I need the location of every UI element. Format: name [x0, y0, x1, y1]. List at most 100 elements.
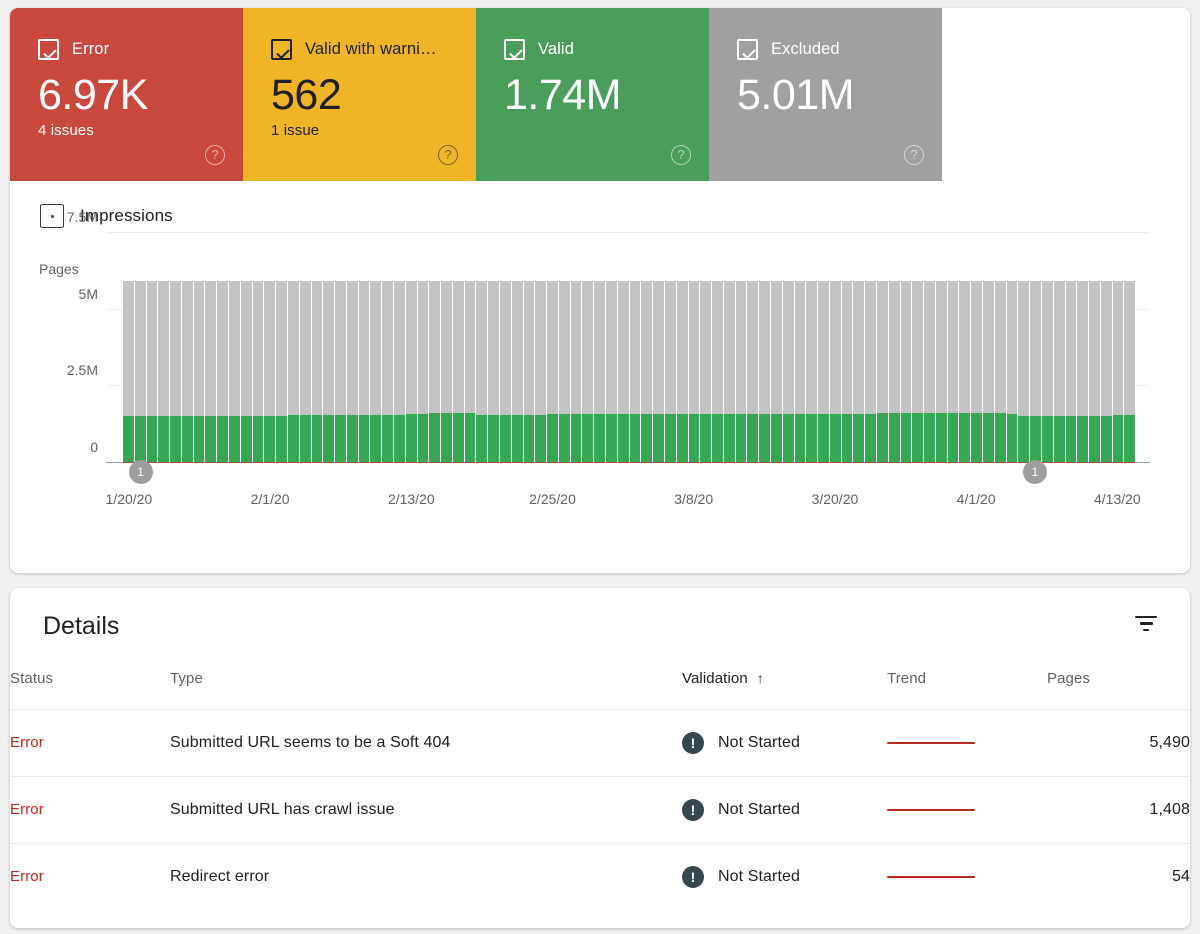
chart-bar[interactable]	[747, 281, 758, 463]
chart-bar[interactable]	[995, 281, 1006, 463]
chart-bar[interactable]	[959, 281, 970, 463]
chart-bar[interactable]	[147, 281, 158, 463]
chart-bar[interactable]	[1101, 281, 1112, 463]
chart-bar[interactable]	[818, 281, 829, 463]
chart-bar[interactable]	[394, 281, 405, 463]
chart-bar[interactable]	[500, 281, 511, 463]
checkbox-valid[interactable]	[504, 39, 525, 60]
metric-toggle-impressions[interactable]: Impressions	[40, 204, 173, 228]
chart-bar[interactable]	[217, 281, 228, 463]
chart-bar[interactable]	[1077, 281, 1088, 463]
issue-type-link[interactable]: Submitted URL has crawl issue	[170, 801, 395, 818]
help-icon-warning[interactable]: ?	[438, 145, 458, 165]
help-icon-excluded[interactable]: ?	[904, 145, 924, 165]
chart-bar[interactable]	[194, 281, 205, 463]
chart-bar[interactable]	[406, 281, 417, 463]
impressions-checkbox[interactable]	[40, 204, 64, 228]
chart-bar[interactable]	[205, 281, 216, 463]
chart-bar[interactable]	[912, 281, 923, 463]
chart-bar[interactable]	[983, 281, 994, 463]
chart-bar[interactable]	[1030, 281, 1041, 463]
column-header-status[interactable]: Status	[10, 670, 170, 710]
chart-bar[interactable]	[571, 281, 582, 463]
filter-icon[interactable]	[1132, 616, 1160, 638]
chart-bar[interactable]	[465, 281, 476, 463]
help-icon-valid[interactable]: ?	[671, 145, 691, 165]
chart-bar[interactable]	[1054, 281, 1065, 463]
chart-bar[interactable]	[830, 281, 841, 463]
chart-bar[interactable]	[123, 281, 134, 463]
chart-bar[interactable]	[1124, 281, 1135, 463]
issue-type-link[interactable]: Submitted URL seems to be a Soft 404	[170, 734, 451, 751]
chart-bar[interactable]	[806, 281, 817, 463]
chart-bar[interactable]	[535, 281, 546, 463]
chart-bar[interactable]	[559, 281, 570, 463]
checkbox-warning[interactable]	[271, 39, 292, 60]
status-tile-error[interactable]: Error6.97K4 issues?	[10, 8, 243, 181]
chart-bar[interactable]	[618, 281, 629, 463]
chart-bar[interactable]	[323, 281, 334, 463]
chart-bar[interactable]	[418, 281, 429, 463]
chart-bar[interactable]	[1066, 281, 1077, 463]
chart-bar[interactable]	[370, 281, 381, 463]
status-tile-excluded[interactable]: Excluded5.01M?	[709, 8, 942, 181]
chart-bar[interactable]	[936, 281, 947, 463]
chart-bar[interactable]	[842, 281, 853, 463]
chart-bar[interactable]	[476, 281, 487, 463]
chart-bar[interactable]	[582, 281, 593, 463]
chart-bar[interactable]	[288, 281, 299, 463]
chart-bar[interactable]	[524, 281, 535, 463]
chart-bar[interactable]	[877, 281, 888, 463]
chart-bar[interactable]	[276, 281, 287, 463]
column-header-pages[interactable]: Pages	[1047, 670, 1190, 710]
chart-bar[interactable]	[1113, 281, 1124, 463]
chart-bar[interactable]	[1042, 281, 1053, 463]
chart-bar[interactable]	[795, 281, 806, 463]
chart-bar[interactable]	[700, 281, 711, 463]
chart-bar[interactable]	[924, 281, 935, 463]
table-row[interactable]: ErrorSubmitted URL seems to be a Soft 40…	[10, 710, 1190, 777]
chart-bar[interactable]	[547, 281, 558, 463]
table-row[interactable]: ErrorSubmitted URL has crawl issue!Not S…	[10, 777, 1190, 844]
chart-bar[interactable]	[783, 281, 794, 463]
chart-bar[interactable]	[382, 281, 393, 463]
chart-bar[interactable]	[135, 281, 146, 463]
chart-bar[interactable]	[253, 281, 264, 463]
chart-bar[interactable]	[948, 281, 959, 463]
chart-bar[interactable]	[158, 281, 169, 463]
checkbox-error[interactable]	[38, 39, 59, 60]
chart-bar[interactable]	[653, 281, 664, 463]
chart-bar[interactable]	[630, 281, 641, 463]
chart-annotation-marker[interactable]: 1	[1023, 460, 1047, 484]
chart-bar[interactable]	[689, 281, 700, 463]
chart-bar[interactable]	[1007, 281, 1018, 463]
chart-bar[interactable]	[1089, 281, 1100, 463]
chart-annotation-marker[interactable]: 1	[129, 460, 153, 484]
chart-bar[interactable]	[512, 281, 523, 463]
chart-bar[interactable]	[359, 281, 370, 463]
chart-bar[interactable]	[865, 281, 876, 463]
chart-bar[interactable]	[771, 281, 782, 463]
chart-bar[interactable]	[335, 281, 346, 463]
help-icon-error[interactable]: ?	[205, 145, 225, 165]
issue-type-link[interactable]: Redirect error	[170, 868, 269, 885]
chart-bar[interactable]	[712, 281, 723, 463]
chart-bar[interactable]	[594, 281, 605, 463]
chart-bar[interactable]	[182, 281, 193, 463]
table-row[interactable]: ErrorRedirect error!Not Started54	[10, 844, 1190, 911]
chart-bar[interactable]	[170, 281, 181, 463]
chart-bar[interactable]	[453, 281, 464, 463]
chart-bar[interactable]	[312, 281, 323, 463]
column-header-trend[interactable]: Trend	[887, 670, 1047, 710]
status-tile-warning[interactable]: Valid with warni…5621 issue?	[243, 8, 476, 181]
chart-bar[interactable]	[677, 281, 688, 463]
chart-bar[interactable]	[606, 281, 617, 463]
chart-bar[interactable]	[736, 281, 747, 463]
chart-bar[interactable]	[853, 281, 864, 463]
chart-bar[interactable]	[724, 281, 735, 463]
chart-bar[interactable]	[229, 281, 240, 463]
chart-bar[interactable]	[241, 281, 252, 463]
chart-bar[interactable]	[665, 281, 676, 463]
checkbox-excluded[interactable]	[737, 39, 758, 60]
chart-bar[interactable]	[901, 281, 912, 463]
